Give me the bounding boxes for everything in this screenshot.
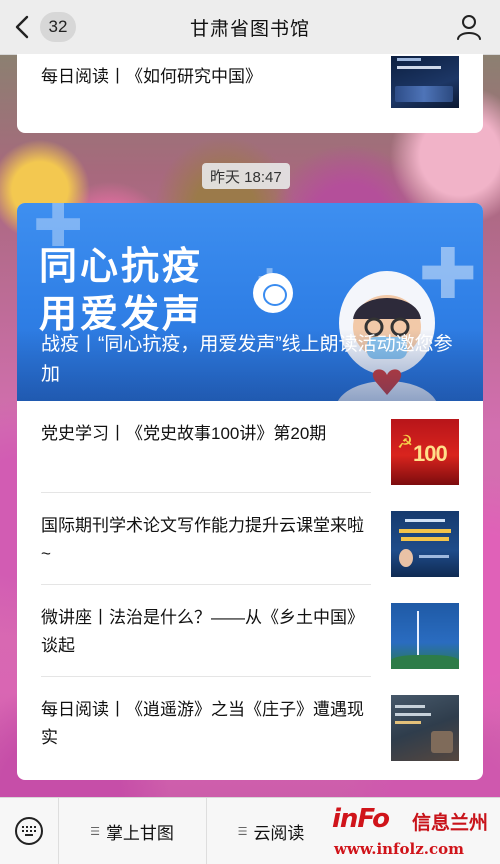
article-thumbnail [391, 695, 459, 761]
article-item[interactable]: 党史学习丨《党史故事100讲》第20期 ☭ 100 [17, 401, 483, 493]
speech-bubble-icon [253, 273, 293, 313]
main-article-banner[interactable]: ✚ ✚ ✚ 同心抗疫 用爱发声 战疫丨“同心抗疫，用爱发声”线上朗读活动邀您参加 [17, 203, 483, 401]
infolz-watermark: inFo 信息兰州 www.infolz.com [330, 804, 496, 860]
keyboard-toggle-button[interactable] [0, 798, 59, 864]
article-item[interactable]: 国际期刊学术论文写作能力提升云课堂来啦~ [17, 493, 483, 585]
watermark-logo: inFo [332, 804, 390, 834]
article-list: 党史学习丨《党史故事100讲》第20期 ☭ 100 国际期刊学术论文写作能力提升… [17, 401, 483, 769]
article-title: 每日阅读丨《逍遥游》之当《庄子》遭遇现实 [41, 700, 364, 747]
article-bundle-card: ✚ ✚ ✚ 同心抗疫 用爱发声 战疫丨“同心抗疫，用爱发声”线上朗读活动邀您参加… [17, 203, 483, 780]
article-title: 微讲座丨法治是什么？——从《乡土中国》谈起 [41, 608, 364, 655]
previous-article-card[interactable]: 每日阅读丨《如何研究中国》 [17, 54, 483, 133]
article-item[interactable]: 每日阅读丨《逍遥游》之当《庄子》遭遇现实 [17, 677, 483, 769]
profile-icon[interactable] [456, 14, 482, 40]
menu-item-zhangshang-gantu[interactable]: ☰ 掌上甘图 [58, 798, 207, 864]
menu-item-label: 掌上甘图 [105, 823, 174, 843]
banner-title-line1: 同心抗疫 [39, 246, 204, 288]
previous-article-thumbnail [391, 56, 459, 108]
keyboard-icon [15, 817, 43, 845]
bottom-menu-bar: ☰ 掌上甘图 ☰ 云阅读 inFo 信息兰州 www.infolz.com [0, 797, 500, 864]
message-timestamp: 昨天 18:47 [202, 163, 290, 189]
menu-item-yun-yuedu[interactable]: ☰ 云阅读 [206, 798, 336, 864]
menu-list-icon: ☰ [237, 825, 248, 838]
menu-list-icon: ☰ [90, 825, 100, 838]
article-thumbnail: ☭ 100 [391, 419, 459, 485]
top-navbar: 32 甘肃省图书馆 [0, 0, 500, 55]
article-thumbnail [391, 511, 459, 577]
article-thumbnail [391, 603, 459, 669]
article-title: 国际期刊学术论文写作能力提升云课堂来啦~ [41, 516, 364, 563]
chat-title: 甘肃省图书馆 [189, 18, 310, 40]
previous-article-title: 每日阅读丨《如何研究中国》 [41, 67, 262, 86]
article-item[interactable]: 微讲座丨法治是什么？——从《乡土中国》谈起 [17, 585, 483, 677]
watermark-url: www.infolz.com [334, 840, 464, 858]
watermark-name: 信息兰州 [412, 813, 489, 834]
menu-item-label: 云阅读 [253, 823, 305, 843]
article-title: 党史学习丨《党史故事100讲》第20期 [41, 424, 327, 443]
main-article-title: 战疫丨“同心抗疫，用爱发声”线上朗读活动邀您参加 [41, 334, 453, 385]
